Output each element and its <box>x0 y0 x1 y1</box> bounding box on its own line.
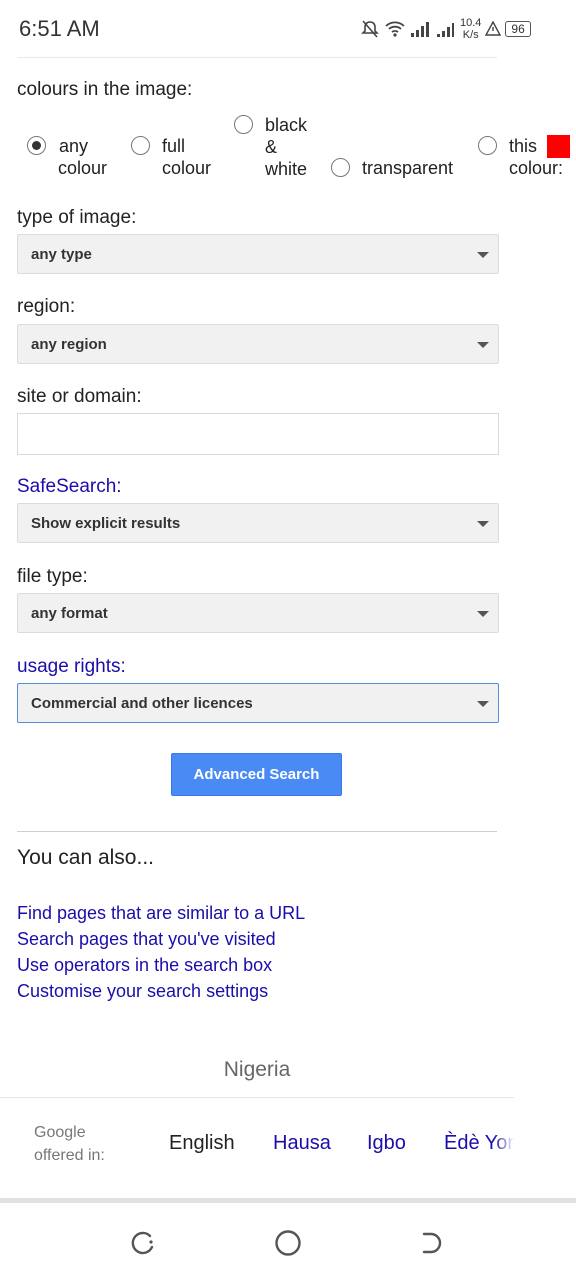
link-search-settings[interactable]: Customise your search settings <box>17 981 268 1002</box>
colours-label: colours in the image: <box>17 79 193 100</box>
footer-divider <box>0 1097 514 1098</box>
wifi-icon <box>385 21 405 37</box>
link-similar-pages[interactable]: Find pages that are similar to a URL <box>17 903 305 924</box>
file-type-label: file type: <box>17 566 88 587</box>
warning-icon <box>485 21 502 36</box>
signal-icon <box>411 22 429 37</box>
radio-any-colour-label: any colour <box>58 136 108 178</box>
select-value: Commercial and other licences <box>31 695 253 712</box>
language-english: English <box>169 1132 235 1154</box>
net-speed-unit: K/s <box>462 29 479 41</box>
status-divider <box>17 57 497 58</box>
usage-rights-select[interactable]: Commercial and other licences <box>17 683 499 723</box>
recent-apps-icon[interactable] <box>130 1230 156 1256</box>
back-icon[interactable] <box>418 1230 444 1256</box>
radio-transparent-label: transparent <box>362 158 454 178</box>
radio-this-colour[interactable] <box>478 136 497 155</box>
select-value: any region <box>31 336 107 353</box>
net-speed-value: 10.4 <box>460 17 482 29</box>
safesearch-label[interactable]: SafeSearch: <box>17 476 122 498</box>
language-hausa[interactable]: Hausa <box>273 1132 331 1155</box>
link-search-operators[interactable]: Use operators in the search box <box>17 955 272 976</box>
signal-icon <box>437 23 454 37</box>
chevron-down-icon <box>477 611 489 617</box>
site-label: site or domain: <box>17 386 142 407</box>
usage-rights-label[interactable]: usage rights: <box>17 656 126 678</box>
language-igbo[interactable]: Igbo <box>367 1132 406 1155</box>
type-of-image-select[interactable]: any type <box>17 234 499 274</box>
colour-swatch[interactable] <box>547 135 570 158</box>
status-time: 6:51 AM <box>19 16 100 41</box>
site-input[interactable] <box>17 413 499 455</box>
radio-full-colour-label: full colour <box>162 136 212 178</box>
status-icons: 10.4 K/s 96 <box>360 12 531 46</box>
radio-any-colour[interactable] <box>27 136 46 155</box>
chevron-down-icon <box>477 521 489 527</box>
radio-black-white-label: black & white <box>265 115 308 179</box>
radio-black-white[interactable] <box>234 115 253 134</box>
select-value: any format <box>31 605 108 622</box>
divider <box>17 831 497 832</box>
radio-button[interactable] <box>478 136 497 155</box>
country-label: Nigeria <box>223 1058 291 1081</box>
mute-icon <box>361 20 379 38</box>
battery-icon: 96 <box>505 21 531 37</box>
advanced-search-button[interactable]: Advanced Search <box>171 753 342 796</box>
region-select[interactable]: any region <box>17 324 499 364</box>
link-visited-pages[interactable]: Search pages that you've visited <box>17 929 276 950</box>
file-type-select[interactable]: any format <box>17 593 499 633</box>
net-speed: 10.4 K/s <box>460 17 481 41</box>
fade-overlay <box>494 1128 514 1162</box>
radio-button[interactable] <box>131 136 150 155</box>
radio-button[interactable] <box>234 115 253 134</box>
radio-button[interactable] <box>27 136 46 155</box>
safesearch-select[interactable]: Show explicit results <box>17 503 499 543</box>
radio-transparent[interactable] <box>331 158 350 177</box>
chevron-down-icon <box>477 342 489 348</box>
region-label: region: <box>17 296 76 317</box>
you-can-also-heading: You can also... <box>17 846 154 869</box>
radio-full-colour[interactable] <box>131 136 150 155</box>
radio-button[interactable] <box>331 158 350 177</box>
language-yoruba-clip: Èdè Yor <box>444 1128 514 1162</box>
offered-in-label: Google offered in: <box>34 1124 105 1164</box>
select-value: any type <box>31 246 92 263</box>
type-of-image-label: type of image: <box>17 207 137 228</box>
home-icon[interactable] <box>274 1229 302 1257</box>
chevron-down-icon <box>477 701 489 707</box>
navigation-bar <box>0 1203 576 1280</box>
select-value: Show explicit results <box>31 515 181 532</box>
chevron-down-icon <box>477 252 489 258</box>
